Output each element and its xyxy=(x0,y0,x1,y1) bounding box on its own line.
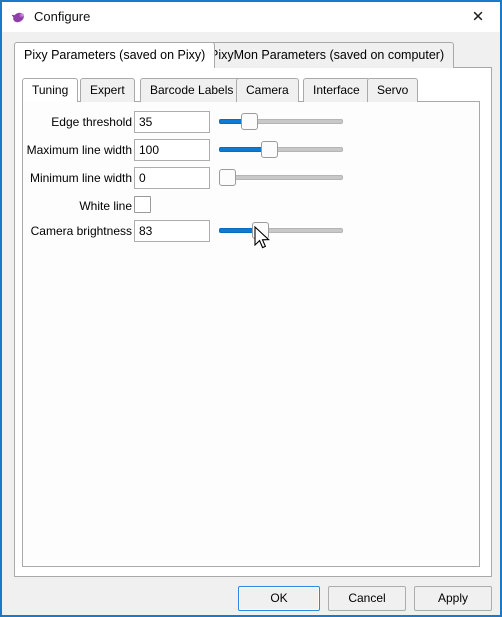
cancel-button[interactable]: Cancel xyxy=(328,586,406,611)
input-minimum-line-width[interactable] xyxy=(134,167,210,189)
label-maximum-line-width: Maximum line width xyxy=(26,143,132,157)
tab-pixy-parameters[interactable]: Pixy Parameters (saved on Pixy) xyxy=(14,42,216,68)
tab-barcode-labels[interactable]: Barcode Labels xyxy=(140,78,244,102)
ok-button[interactable]: OK xyxy=(238,586,320,611)
slider-handle[interactable] xyxy=(261,141,278,158)
tab-expert[interactable]: Expert xyxy=(80,78,135,102)
configure-window: Configure ✕ Pixy Parameters (saved on Pi… xyxy=(0,0,502,617)
tab-tuning[interactable]: Tuning xyxy=(22,78,79,102)
slider-handle[interactable] xyxy=(219,169,236,186)
tab-servo[interactable]: Servo xyxy=(367,78,419,102)
window-title: Configure xyxy=(34,9,91,24)
row-edge-threshold: Edge threshold xyxy=(23,111,481,135)
apply-button[interactable]: Apply xyxy=(414,586,492,611)
label-white-line: White line xyxy=(79,199,132,213)
label-camera-brightness: Camera brightness xyxy=(30,224,132,238)
tab-pixymon-parameters[interactable]: PixyMon Parameters (saved on computer) xyxy=(200,42,455,68)
slider-track xyxy=(219,175,343,180)
row-camera-brightness: Camera brightness xyxy=(23,220,481,244)
title-bar: Configure ✕ xyxy=(2,2,500,32)
row-minimum-line-width: Minimum line width xyxy=(23,167,481,191)
tab-interface[interactable]: Interface xyxy=(303,78,370,102)
close-button[interactable]: ✕ xyxy=(456,2,500,32)
slider-handle[interactable] xyxy=(252,222,269,239)
slider-maximum-line-width[interactable] xyxy=(219,139,343,161)
slider-edge-threshold[interactable] xyxy=(219,111,343,133)
pixymon-logo-icon xyxy=(10,8,28,26)
input-camera-brightness[interactable] xyxy=(134,220,210,242)
label-edge-threshold: Edge threshold xyxy=(51,115,132,129)
label-minimum-line-width: Minimum line width xyxy=(29,171,132,185)
checkbox-white-line[interactable] xyxy=(134,196,151,213)
slider-minimum-line-width[interactable] xyxy=(219,167,343,189)
input-maximum-line-width[interactable] xyxy=(134,139,210,161)
slider-handle[interactable] xyxy=(241,113,258,130)
slider-camera-brightness[interactable] xyxy=(219,220,343,242)
row-white-line: White line xyxy=(23,195,481,219)
tuning-panel: Edge threshold Maximum line width Minimu… xyxy=(22,101,480,567)
tab-camera[interactable]: Camera xyxy=(236,78,299,102)
close-icon: ✕ xyxy=(471,7,485,26)
input-edge-threshold[interactable] xyxy=(134,111,210,133)
row-maximum-line-width: Maximum line width xyxy=(23,139,481,163)
